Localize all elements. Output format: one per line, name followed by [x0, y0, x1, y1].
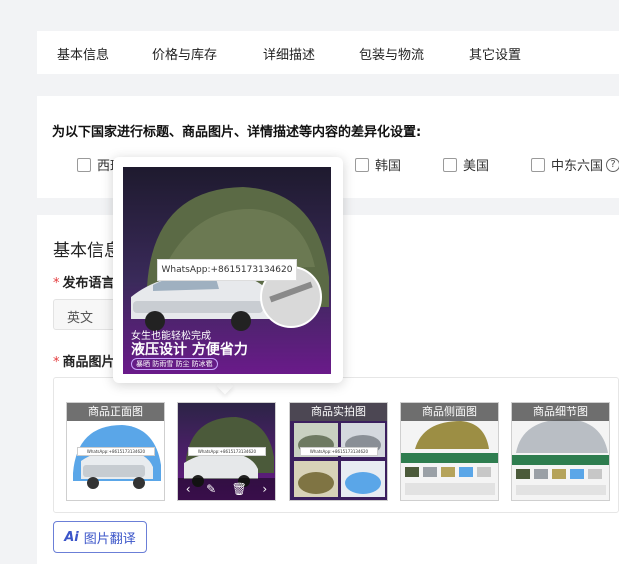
- image-toolbar: ‹ ✎ 🗑 ›: [178, 478, 275, 500]
- tab-basic-info[interactable]: 基本信息: [57, 44, 109, 63]
- country-checkbox-gcc[interactable]: 中东六国?: [531, 155, 619, 174]
- watermark: WhatsApp:+8615173134620: [188, 447, 266, 456]
- tab-price-stock[interactable]: 价格与库存: [152, 44, 217, 63]
- image-thumb-detail[interactable]: 商品细节图: [511, 402, 610, 501]
- tab-detail-desc[interactable]: 详细描述: [263, 44, 315, 63]
- image-label: 商品正面图: [67, 403, 164, 421]
- prev-icon[interactable]: ‹: [186, 482, 191, 496]
- image-label: 商品细节图: [512, 403, 609, 421]
- whatsapp-watermark: WhatsApp:+8615173134620: [157, 259, 297, 281]
- checkbox-box[interactable]: [443, 157, 457, 172]
- next-icon[interactable]: ›: [262, 482, 267, 496]
- images-label: * 商品图片: [53, 351, 115, 370]
- images-label-text: 商品图片: [62, 355, 115, 370]
- image-thumb-main[interactable]: WhatsApp:+8615173134620 ‹ ✎ 🗑 ›: [177, 402, 276, 501]
- tab-other-settings[interactable]: 其它设置: [469, 44, 521, 63]
- image-thumb-real[interactable]: 商品实拍图 WhatsApp:+8615173134620: [289, 402, 388, 501]
- edit-icon[interactable]: ✎: [206, 482, 216, 496]
- country-label: 韩国: [375, 159, 402, 174]
- watermark: WhatsApp:+8615173134620: [77, 447, 155, 456]
- image-label: 商品实拍图: [290, 403, 387, 421]
- required-mark: *: [53, 276, 60, 291]
- translate-button-label: 图片翻译: [83, 531, 136, 547]
- country-label: 中东六国: [551, 159, 604, 174]
- image-thumb-front[interactable]: 商品正面图 WhatsApp:+8615173134620: [66, 402, 165, 501]
- image-label: 商品侧面图: [401, 403, 498, 421]
- preview-image: WhatsApp:+8615173134620 女生也能轻松完成 液压设计 方便…: [123, 167, 331, 374]
- product-images-panel: 商品正面图 WhatsApp:+8615173134620 WhatsApp:+…: [53, 377, 619, 513]
- tab-packaging-logistics[interactable]: 包装与物流: [359, 44, 424, 63]
- tab-bar: 基本信息 价格与库存 详细描述 包装与物流 其它设置: [37, 31, 619, 74]
- image-translate-button[interactable]: Ai 图片翻译: [53, 521, 147, 553]
- checkbox-box[interactable]: [77, 157, 91, 172]
- help-icon[interactable]: ?: [606, 157, 619, 172]
- checkbox-box[interactable]: [355, 157, 369, 172]
- required-mark: *: [53, 355, 60, 370]
- checkbox-box[interactable]: [531, 157, 545, 172]
- country-checkbox-usa[interactable]: 美国: [443, 155, 489, 174]
- image-preview-popover: WhatsApp:+8615173134620 女生也能轻松完成 液压设计 方便…: [113, 157, 343, 383]
- watermark: WhatsApp:+8615173134620: [300, 447, 378, 456]
- country-settings-title: 为以下国家进行标题、商品图片、详情描述等内容的差异化设置:: [52, 125, 422, 140]
- language-label-text: 发布语言: [62, 276, 115, 291]
- language-label: * 发布语言: [53, 272, 115, 291]
- promo-line-3: 暴晒 防雨雪 防尘 防冰雹: [131, 358, 218, 370]
- ai-icon: Ai: [64, 529, 79, 545]
- image-thumb-side[interactable]: 商品侧面图: [400, 402, 499, 501]
- basic-info-title: 基本信息: [53, 241, 121, 261]
- delete-icon[interactable]: 🗑: [232, 482, 247, 496]
- country-checkbox-korea[interactable]: 韩国: [355, 155, 401, 174]
- country-label: 美国: [463, 159, 490, 174]
- promo-line-2: 液压设计 方便省力: [131, 342, 248, 358]
